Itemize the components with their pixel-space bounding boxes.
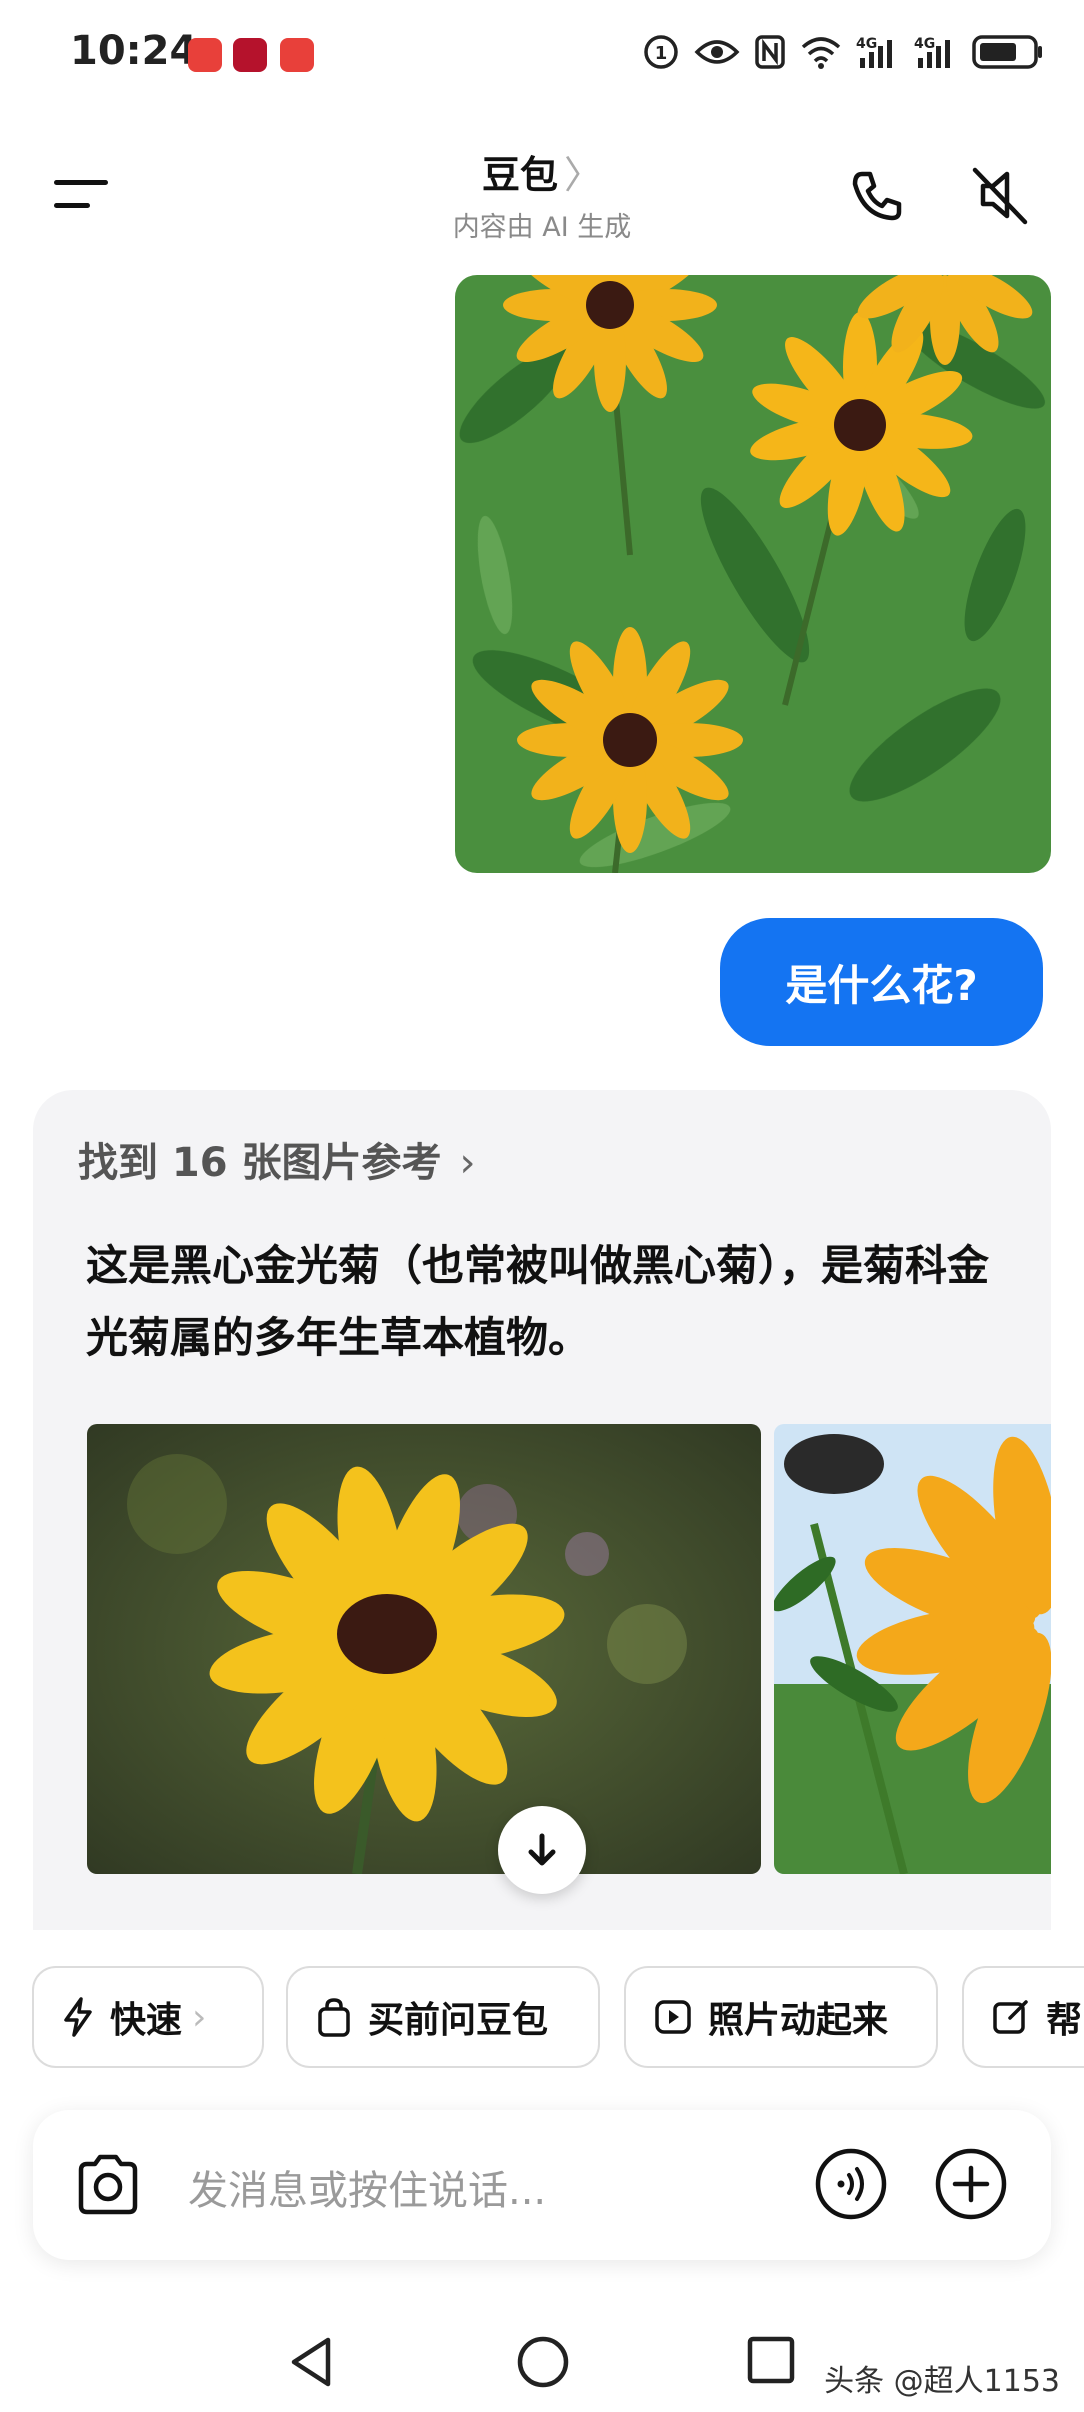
chevron-right-icon: 〉 bbox=[564, 153, 603, 197]
assistant-answer-text: 这是黑心金光菊（也常被叫做黑心菊），是菊科金光菊属的多年生草本植物。 bbox=[86, 1230, 1016, 1374]
notification-icon bbox=[280, 38, 314, 72]
image-references-label: 找到 16 张图片参考 bbox=[78, 1140, 442, 1186]
camera-icon[interactable] bbox=[73, 2152, 143, 2222]
chip-label: 帮 bbox=[1046, 2000, 1083, 2041]
notification-icon bbox=[188, 38, 222, 72]
watermark-text: 头条 @超人1153 bbox=[824, 2364, 1060, 2399]
battery-icon bbox=[972, 30, 1044, 74]
signal-icon: 4G bbox=[856, 30, 900, 74]
chip-help-write[interactable]: 帮 bbox=[962, 1966, 1084, 2068]
system-navigation-bar: 头条 @超人1153 bbox=[0, 2300, 1084, 2412]
notification-icon bbox=[233, 38, 267, 72]
bag-icon bbox=[316, 1997, 352, 2037]
nfc-icon bbox=[754, 30, 786, 74]
message-input-bar: 发消息或按住说话... bbox=[33, 2110, 1051, 2260]
bolt-icon bbox=[62, 1997, 94, 2037]
eye-icon bbox=[694, 30, 740, 74]
wifi-icon bbox=[800, 30, 842, 74]
chevron-right-icon: › bbox=[192, 1996, 207, 2038]
quick-actions-bar: 快速 › 买前问豆包 照片动起来 帮 bbox=[32, 1966, 1084, 2072]
network-label: 4G bbox=[856, 36, 877, 52]
status-bar: 10:24 1 4G 4G bbox=[0, 0, 1084, 110]
chip-fast-mode[interactable]: 快速 › bbox=[32, 1966, 264, 2068]
reference-image[interactable] bbox=[87, 1424, 761, 1874]
voice-call-icon[interactable] bbox=[813, 2146, 889, 2226]
chat-header: 豆包〉 内容由 AI 生成 bbox=[0, 130, 1084, 250]
recents-icon[interactable] bbox=[745, 2334, 797, 2390]
page-title: 豆包 bbox=[481, 153, 558, 197]
message-input[interactable]: 发消息或按住说话... bbox=[188, 2158, 546, 2216]
back-icon[interactable] bbox=[286, 2334, 336, 2394]
image-references-link[interactable]: 找到 16 张图片参考 › bbox=[78, 1130, 476, 1188]
network-label: 4G bbox=[914, 36, 935, 52]
chip-ask-before-buy[interactable]: 买前问豆包 bbox=[286, 1966, 600, 2068]
svg-text:1: 1 bbox=[655, 43, 668, 64]
phone-icon[interactable] bbox=[842, 160, 912, 230]
ai-disclaimer: 内容由 AI 生成 bbox=[452, 212, 632, 243]
signal-icon: 4G bbox=[914, 30, 958, 74]
edit-icon bbox=[992, 1998, 1030, 2036]
reference-image[interactable] bbox=[774, 1424, 1051, 1874]
arrow-down-icon bbox=[528, 1833, 556, 1866]
chip-animate-photo[interactable]: 照片动起来 bbox=[624, 1966, 938, 2068]
chip-label: 买前问豆包 bbox=[368, 2000, 549, 2041]
chip-label: 照片动起来 bbox=[708, 2000, 889, 2041]
add-icon[interactable] bbox=[933, 2146, 1009, 2226]
chat-title-block[interactable]: 豆包〉 内容由 AI 生成 bbox=[0, 144, 1084, 244]
data-saver-icon: 1 bbox=[642, 30, 680, 74]
assistant-response-card: 找到 16 张图片参考 › 这是黑心金光菊（也常被叫做黑心菊），是菊科金光菊属的多… bbox=[33, 1090, 1051, 1930]
scroll-to-bottom-button[interactable] bbox=[498, 1806, 586, 1894]
user-message-bubble[interactable]: 是什么花? bbox=[720, 918, 1043, 1046]
answer-flower-name: 黑心金光菊 bbox=[170, 1241, 381, 1290]
user-uploaded-image[interactable] bbox=[455, 275, 1051, 873]
play-icon bbox=[654, 1998, 692, 2036]
status-time: 10:24 bbox=[70, 28, 198, 74]
speaker-mute-icon[interactable] bbox=[965, 160, 1035, 230]
answer-prefix: 这是 bbox=[86, 1241, 171, 1290]
chevron-right-icon: › bbox=[459, 1140, 476, 1186]
home-icon[interactable] bbox=[515, 2334, 571, 2394]
chip-label: 快速 bbox=[110, 2000, 183, 2041]
